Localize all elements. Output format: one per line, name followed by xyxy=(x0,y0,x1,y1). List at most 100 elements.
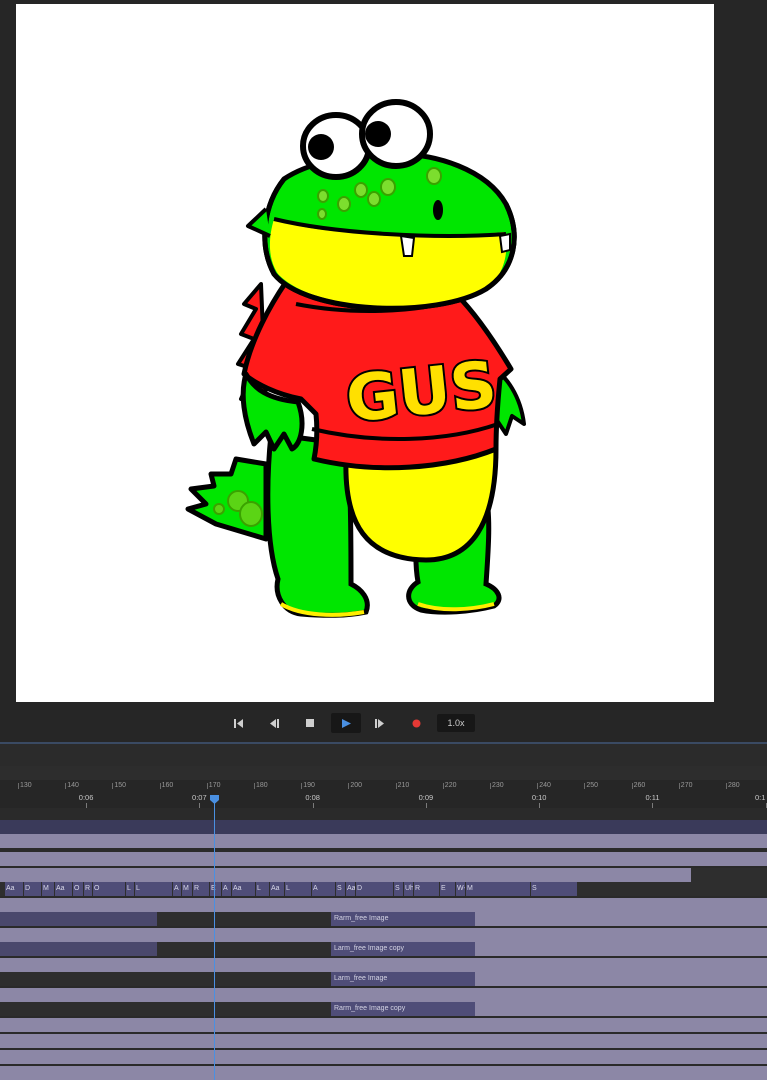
track-row[interactable] xyxy=(0,868,767,882)
viseme-keyframe[interactable]: D xyxy=(24,882,41,896)
track-row[interactable] xyxy=(0,852,767,866)
frame-label: 150 xyxy=(114,782,127,789)
viseme-keyframe[interactable]: Aa xyxy=(346,882,355,896)
track-row[interactable] xyxy=(0,1066,767,1080)
viseme-keyframe[interactable]: A xyxy=(312,882,335,896)
track-row[interactable] xyxy=(0,988,767,1002)
ruler-band xyxy=(0,766,767,780)
viseme-keyframe[interactable]: O xyxy=(93,882,125,896)
skip-to-start-button[interactable] xyxy=(227,715,251,731)
step-back-button[interactable] xyxy=(263,715,287,731)
playhead-line[interactable] xyxy=(214,796,215,1080)
clip-larm-free-image[interactable]: Larm_free Image xyxy=(331,972,475,986)
shirt-text-group: GUS xyxy=(341,346,503,439)
track-row[interactable] xyxy=(0,898,767,912)
frame-tick xyxy=(65,783,67,789)
viseme-keyframe[interactable]: M xyxy=(466,882,530,896)
track-row-larm-copy[interactable]: Larm_free Image copy xyxy=(0,942,767,956)
step-back-icon xyxy=(270,718,279,728)
timeline-ruler[interactable]: 130 140 150 160 170 180 190 200 210 220 230 240 250 2… xyxy=(0,766,767,808)
track-fill xyxy=(475,1002,767,1016)
frame-label: 240 xyxy=(539,782,551,789)
track-row[interactable] xyxy=(0,928,767,942)
frame-tick xyxy=(537,783,539,789)
viseme-keyframe[interactable]: L xyxy=(256,882,269,896)
viseme-keyframe[interactable]: R xyxy=(193,882,209,896)
clip-larm-free-image-copy[interactable]: Larm_free Image copy xyxy=(331,942,475,956)
frame-tick xyxy=(254,783,255,789)
frame-label: 190 xyxy=(303,782,315,789)
playhead-handle-icon[interactable] xyxy=(210,795,219,804)
viseme-keyframe[interactable]: R xyxy=(84,882,92,896)
frame-tick xyxy=(18,783,19,789)
viseme-keyframe[interactable]: E xyxy=(440,882,455,896)
play-icon xyxy=(341,718,351,728)
step-forward-button[interactable] xyxy=(368,715,392,731)
viseme-keyframe[interactable]: R xyxy=(414,882,439,896)
frame-label: 230 xyxy=(492,782,504,789)
viseme-keyframe[interactable]: S xyxy=(336,882,345,896)
viseme-keyframe[interactable]: S xyxy=(394,882,403,896)
track-fill xyxy=(475,912,767,926)
viseme-keyframe[interactable]: M xyxy=(42,882,54,896)
frame-label: 200 xyxy=(350,782,363,789)
viseme-keyframe[interactable]: D xyxy=(356,882,393,896)
frame-label: 260 xyxy=(633,782,646,789)
track-row[interactable] xyxy=(0,820,767,834)
clip-block[interactable] xyxy=(0,912,157,926)
preview-canvas: GUS xyxy=(16,4,714,702)
frame-tick xyxy=(726,783,727,789)
track-row[interactable] xyxy=(0,1018,767,1032)
viseme-keyframe[interactable]: L xyxy=(135,882,172,896)
frame-tick xyxy=(206,783,208,789)
frame-label: 270 xyxy=(680,782,693,789)
track-row-larm[interactable]: Larm_free Image xyxy=(0,972,767,986)
viseme-keyframe[interactable]: Aa xyxy=(5,882,23,896)
viseme-keyframe[interactable]: Aa xyxy=(55,882,72,896)
clip-block[interactable] xyxy=(0,942,157,956)
viseme-keyframe[interactable]: L xyxy=(126,882,134,896)
viseme-keyframe[interactable]: L xyxy=(285,882,311,896)
clip-rarm-free-image[interactable]: Rarm_free Image xyxy=(331,912,475,926)
clip-rarm-free-image-copy[interactable]: Rarm_free Image copy xyxy=(331,1002,475,1016)
frame-tick xyxy=(442,783,444,789)
frame-tick xyxy=(678,783,680,789)
track-row[interactable] xyxy=(0,958,767,972)
track-row[interactable] xyxy=(0,834,767,848)
frame-tick xyxy=(348,783,350,789)
track-gap xyxy=(691,868,767,882)
viseme-keyframe[interactable]: M xyxy=(182,882,192,896)
track-fill xyxy=(475,972,767,986)
viseme-keyframe[interactable]: Aa xyxy=(232,882,255,896)
viseme-keyframe[interactable]: A xyxy=(222,882,231,896)
viseme-track[interactable]: AaDMAaOROLLAMREAAaLAaLASAaDSUhREW-OoMS xyxy=(0,882,767,896)
viseme-keyframe[interactable]: E xyxy=(210,882,221,896)
shirt-text: GUS xyxy=(343,348,501,437)
track-row-rarm-copy[interactable]: Rarm_free Image copy xyxy=(0,1002,767,1016)
record-icon xyxy=(412,719,420,727)
timeline-toolbar xyxy=(0,744,767,766)
stop-button[interactable] xyxy=(298,715,322,731)
time-label: 0:10 xyxy=(531,793,547,802)
track-fill xyxy=(475,942,767,956)
viseme-keyframe[interactable]: Uh xyxy=(404,882,413,896)
frame-tick xyxy=(395,783,397,789)
viseme-keyframe[interactable]: O xyxy=(73,882,83,896)
record-button[interactable] xyxy=(404,715,428,731)
time-label: 0:1 xyxy=(755,793,766,802)
viseme-keyframe[interactable]: S xyxy=(531,882,577,896)
character-illustration: GUS xyxy=(185,99,526,618)
track-row-rarm[interactable]: Rarm_free Image xyxy=(0,912,767,926)
track-row[interactable] xyxy=(0,1050,767,1064)
viseme-keyframe[interactable]: W-Oo xyxy=(456,882,465,896)
viseme-keyframe[interactable]: Aa xyxy=(270,882,284,896)
track-row[interactable] xyxy=(0,1034,767,1048)
frame-label: 170 xyxy=(208,782,221,789)
frame-tick xyxy=(112,783,114,789)
frame-tick xyxy=(490,783,491,789)
viseme-keyframe[interactable]: A xyxy=(173,882,181,896)
play-button[interactable] xyxy=(331,713,361,733)
frame-label: 210 xyxy=(397,782,410,789)
time-label: 0:09 xyxy=(418,793,434,802)
playback-speed[interactable]: 1.0x xyxy=(437,714,475,732)
